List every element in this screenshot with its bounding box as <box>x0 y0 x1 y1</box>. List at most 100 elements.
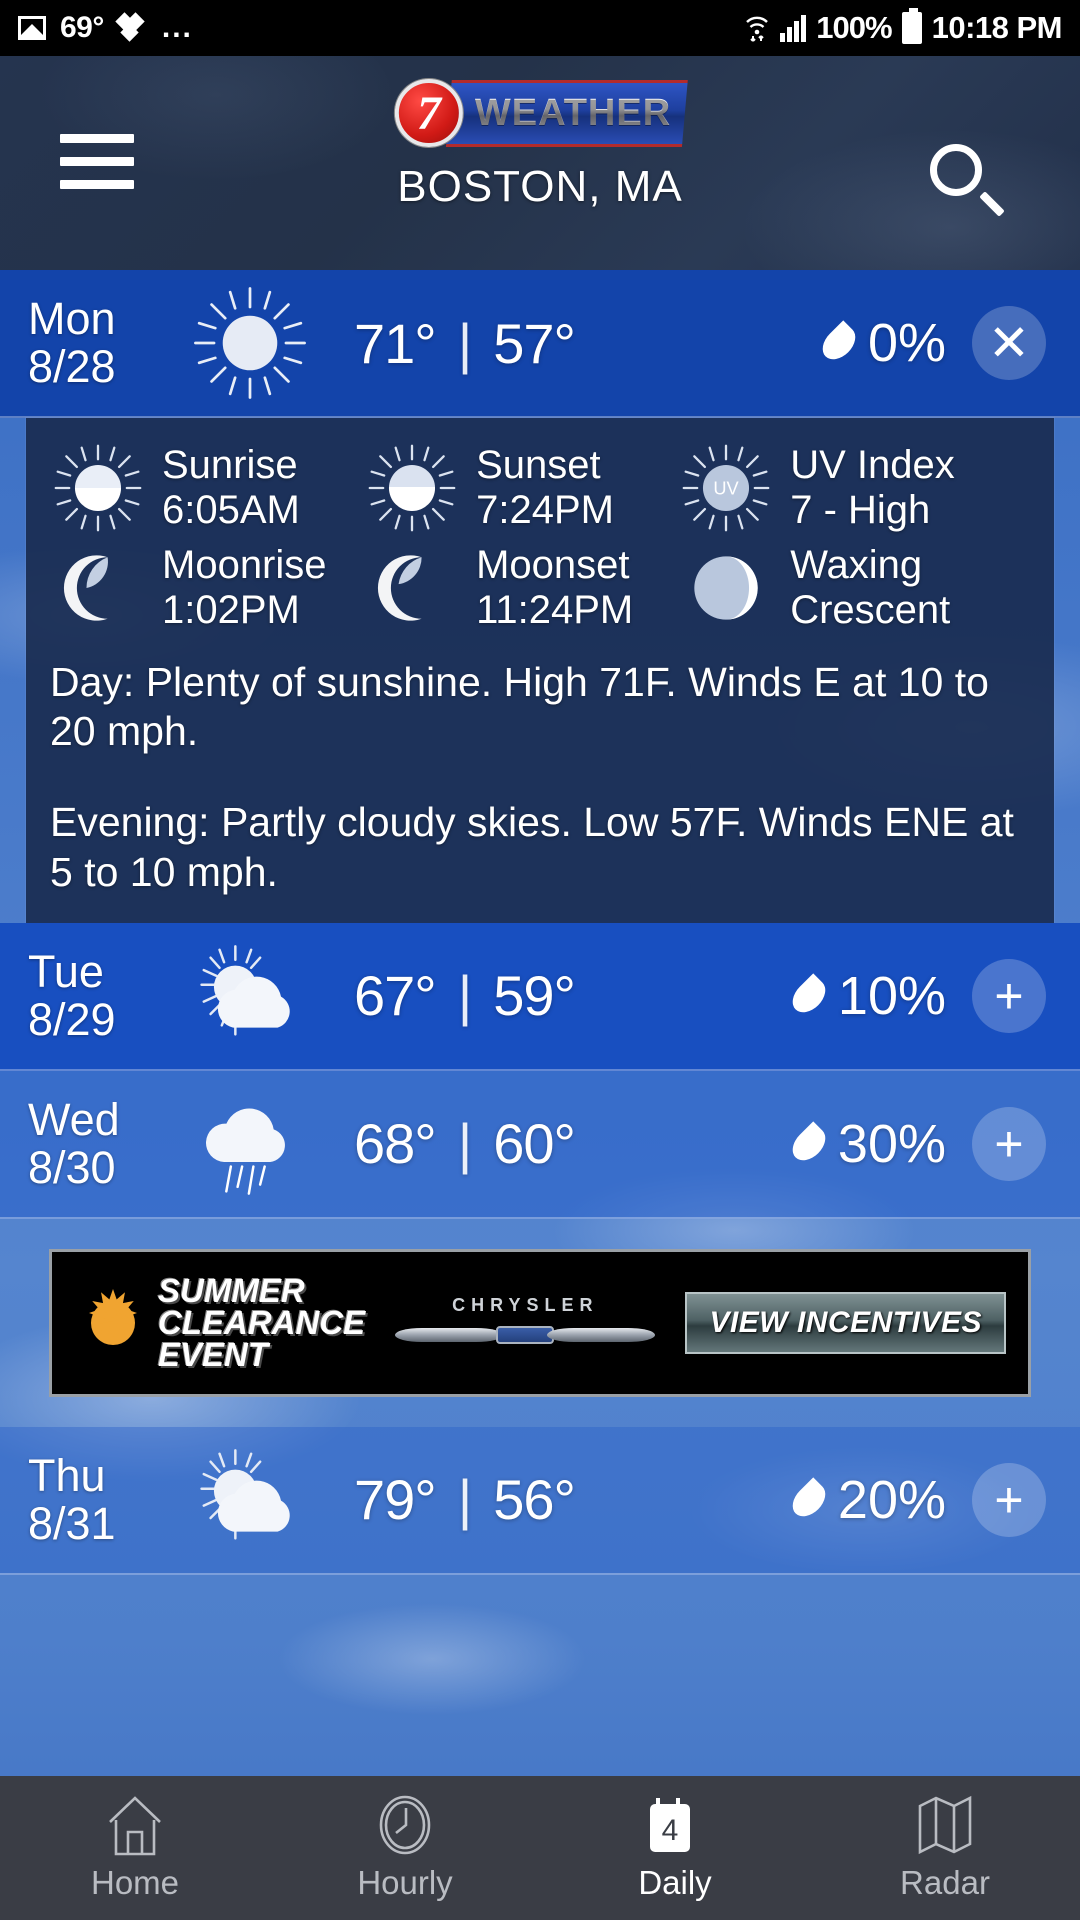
day-date: Mon 8/28 <box>28 295 170 390</box>
moonset-text: Moonset 11:24PM <box>476 543 633 633</box>
dropbox-icon <box>115 12 148 43</box>
chrysler-logo: CHRYSLER <box>365 1295 685 1350</box>
uv-index-cell: UV UV Index 7 - High <box>678 440 1030 536</box>
day-forecast-text: Day: Plenty of sunshine. High 71F. Winds… <box>50 659 989 755</box>
hamburger-menu-icon[interactable] <box>60 134 134 189</box>
day-row-tue[interactable]: Tue 8/29 67° | 59° 10% + <box>0 922 1080 1071</box>
expand-day-button[interactable]: + <box>972 1462 1046 1537</box>
nav-label-radar: Radar <box>900 1864 990 1901</box>
moonrise-cell: Moonrise 1:02PM <box>50 540 364 636</box>
day-temperatures: 71° | 57° <box>330 311 826 376</box>
view-incentives-label: VIEW INCENTIVES <box>709 1305 982 1339</box>
temp-separator: | <box>457 1112 473 1176</box>
calendar-badge: 4 <box>662 1814 679 1847</box>
moonrise-value: 1:02PM <box>162 588 300 632</box>
moon-phase-value: Crescent <box>790 588 951 632</box>
chrysler-wings-icon <box>395 1320 656 1350</box>
ad-line-1: SUMMER <box>158 1272 305 1310</box>
sunburst-icon <box>74 1284 152 1362</box>
precipitation: 0% <box>816 312 946 374</box>
day-date: Thu 8/31 <box>28 1452 170 1547</box>
uv-index-label: UV Index <box>790 443 955 488</box>
day-date: Tue 8/29 <box>28 948 170 1043</box>
status-bar: 69° ... 100% 10:18 PM <box>0 0 1080 56</box>
uv-index-text: UV Index 7 - High <box>790 443 955 533</box>
uv-index-value: 7 - High <box>790 488 931 532</box>
low-temp: 60° <box>493 1112 576 1176</box>
low-temp: 57° <box>493 311 576 375</box>
precipitation: 20% <box>786 1469 946 1531</box>
sunrise-label: Sunrise <box>162 443 298 488</box>
uv-index-icon: UV <box>682 444 770 532</box>
moonset-cell: Moonset 11:24PM <box>364 540 678 636</box>
moonrise-label: Moonrise <box>162 543 327 588</box>
sunrise-cell: Sunrise 6:05AM <box>50 440 364 536</box>
expand-day-button[interactable]: + <box>972 958 1046 1033</box>
nav-item-daily[interactable]: 4 Daily <box>540 1776 810 1920</box>
collapse-day-button[interactable]: ✕ <box>972 306 1046 380</box>
precip-value: 0% <box>867 313 946 373</box>
channel-7-icon: 7 <box>394 79 463 147</box>
astro-row-1: Sunrise 6:05AM Sunset 7:24PM UV UV Index… <box>50 440 1030 536</box>
day-detail-panel: Sunrise 6:05AM Sunset 7:24PM UV UV Index… <box>26 418 1054 923</box>
view-incentives-button[interactable]: VIEW INCENTIVES <box>685 1291 1006 1354</box>
sunset-cell: Sunset 7:24PM <box>364 440 678 536</box>
day-number: 8/28 <box>28 341 116 392</box>
day-number: 8/29 <box>28 993 116 1045</box>
sunset-text: Sunset 7:24PM <box>476 443 614 533</box>
sunset-value: 7:24PM <box>476 488 614 532</box>
location-label[interactable]: BOSTON, MA <box>397 162 682 212</box>
day-name: Thu <box>28 1450 106 1502</box>
more-notifications-icon: ... <box>161 11 193 44</box>
nav-item-radar[interactable]: Radar <box>810 1776 1080 1920</box>
partly-cloudy-icon <box>170 934 330 1058</box>
moonset-label: Moonset <box>476 543 630 588</box>
high-temp: 67° <box>354 964 437 1028</box>
day-row-thu[interactable]: Thu 8/31 79° | 56° 20% + <box>0 1426 1080 1575</box>
nav-label-home: Home <box>90 1864 180 1901</box>
nav-item-hourly[interactable]: Hourly <box>270 1776 540 1920</box>
expand-day-button[interactable]: + <box>972 1106 1046 1181</box>
search-icon[interactable] <box>930 144 1005 217</box>
calendar-icon: 4 <box>646 1794 704 1856</box>
day-temperatures: 79° | 56° <box>330 1467 796 1532</box>
day-name: Tue <box>28 946 104 998</box>
temp-separator: | <box>457 1468 473 1532</box>
high-temp: 79° <box>354 1468 437 1532</box>
nav-item-home[interactable]: Home <box>0 1776 270 1920</box>
status-temperature: 69° <box>60 11 104 44</box>
moon-phase-icon <box>694 556 758 620</box>
ad-line-3: EVENT <box>158 1335 269 1373</box>
low-temp: 56° <box>493 1468 576 1532</box>
sunset-label: Sunset <box>476 443 601 488</box>
moon-phase-label: Waxing <box>790 543 923 588</box>
precipitation: 10% <box>786 965 946 1027</box>
day-date: Wed 8/30 <box>28 1096 170 1191</box>
home-icon <box>106 1794 164 1856</box>
astro-row-2: Moonrise 1:02PM Moonset 11:24PM Waxing C… <box>50 540 1030 636</box>
moonset-value: 11:24PM <box>476 588 634 632</box>
day-row-wed[interactable]: Wed 8/30 68° | 60° 30% + <box>0 1070 1080 1219</box>
chrysler-wordmark: CHRYSLER <box>452 1295 599 1316</box>
precip-value: 10% <box>837 965 946 1026</box>
chrysler-ad-banner[interactable]: SUMMER CLEARANCE EVENT CHRYSLER VIEW INC… <box>49 1248 1031 1397</box>
high-temp: 68° <box>354 1112 437 1176</box>
weather-wordmark: WEATHER <box>445 79 689 147</box>
bottom-navigation: Home Hourly 4 Daily Radar <box>0 1776 1080 1920</box>
sunrise-text: Sunrise 6:05AM <box>162 443 300 533</box>
moonrise-icon <box>63 555 108 621</box>
brand-logo: 7 WEATHER BOSTON, MA <box>394 78 689 212</box>
app-header: 7 WEATHER BOSTON, MA <box>0 56 1080 270</box>
temp-separator: | <box>457 311 473 375</box>
day-number: 8/30 <box>28 1141 116 1193</box>
sunset-icon <box>368 444 456 532</box>
day-name: Wed <box>28 1094 120 1146</box>
ad-headline: SUMMER CLEARANCE EVENT <box>74 1272 365 1373</box>
day-number: 8/31 <box>28 1497 116 1549</box>
rain-icon <box>170 1082 330 1206</box>
battery-percent: 100% <box>816 10 892 45</box>
low-temp: 59° <box>493 964 576 1028</box>
sunrise-icon <box>54 444 142 532</box>
day-temperatures: 68° | 60° <box>330 1111 796 1176</box>
day-row-selected[interactable]: Mon 8/28 71° | 57° 0% ✕ <box>0 270 1080 418</box>
